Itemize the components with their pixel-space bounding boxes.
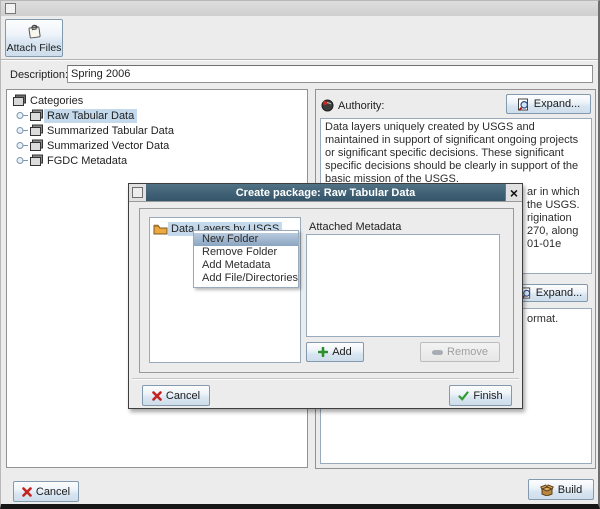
add-label: Add (332, 346, 352, 358)
package-box-icon (540, 484, 554, 496)
close-icon: × (510, 187, 518, 199)
dialog-close-button[interactable]: × (505, 184, 522, 201)
red-x-icon (22, 487, 32, 497)
attach-files-button[interactable]: Attach Files (5, 19, 63, 57)
category-stack-icon (29, 124, 44, 137)
tree-expand-handle-icon[interactable] (16, 126, 29, 135)
cancel-label: Cancel (36, 486, 70, 498)
authority-globe-icon (321, 99, 334, 112)
window-icon (5, 3, 16, 14)
dialog-finish-label: Finish (473, 390, 502, 402)
dialog-titlebar[interactable]: Create package: Raw Tabular Data × (129, 184, 522, 202)
add-button[interactable]: Add (306, 342, 364, 362)
authority-text-fragment: the USGS. (527, 199, 580, 212)
build-label: Build (558, 484, 582, 496)
attached-metadata-list[interactable] (306, 234, 500, 337)
context-menu: New Folder Remove Folder Add Metadata Ad… (193, 230, 299, 288)
attached-metadata-label: Attached Metadata (309, 221, 401, 233)
tree-node-categories-root[interactable]: Categories (12, 93, 86, 108)
clipboard-icon (26, 24, 43, 39)
tree-node-label: Summarized Tabular Data (44, 124, 177, 138)
attach-files-label: Attach Files (7, 42, 62, 54)
tree-expand-handle-icon[interactable] (16, 156, 29, 165)
tree-node-label: FGDC Metadata (44, 154, 130, 168)
green-plus-icon (318, 347, 328, 357)
tree-expand-handle-icon[interactable] (16, 141, 29, 150)
dialog-finish-button[interactable]: Finish (449, 385, 512, 406)
tree-node-raw-tabular[interactable]: Raw Tabular Data (16, 108, 137, 123)
authority-text-fragment: rigination (527, 212, 572, 225)
folder-icon (153, 223, 168, 235)
menu-item-new-folder[interactable]: New Folder (194, 233, 298, 246)
authority-text-fragment: 270, along (527, 225, 578, 238)
authority-text: Data layers uniquely created by USGS and… (325, 121, 578, 185)
category-stack-icon (29, 154, 44, 167)
magnifier-doc-icon (517, 98, 530, 111)
cancel-button[interactable]: Cancel (13, 481, 79, 502)
window-titlebar (1, 1, 598, 16)
dialog-window-icon (129, 184, 146, 201)
category-stack-icon (12, 94, 27, 107)
dialog-cancel-button[interactable]: Cancel (142, 385, 210, 406)
authority-text-fragment: ar in which (527, 186, 580, 199)
description-input[interactable] (67, 65, 593, 83)
format-expand-label: Expand... (536, 287, 582, 299)
main-window: Attach Files Description: Categories (0, 0, 600, 509)
build-button[interactable]: Build (528, 479, 594, 500)
tree-node-summarized-tabular[interactable]: Summarized Tabular Data (16, 123, 177, 138)
toolbar (1, 16, 598, 60)
dialog-title: Create package: Raw Tabular Data (236, 187, 416, 199)
authority-label: Authority: (338, 100, 384, 112)
format-expand-button[interactable]: Expand... (514, 284, 588, 302)
menu-item-add-metadata[interactable]: Add Metadata (194, 259, 298, 272)
category-stack-icon (29, 139, 44, 152)
dialog-cancel-label: Cancel (166, 390, 200, 402)
authority-expand-label: Expand... (534, 98, 580, 110)
tree-node-label: Categories (27, 94, 86, 108)
dialog-separator (132, 378, 519, 380)
tree-expand-handle-icon[interactable] (16, 111, 29, 120)
tree-node-label: Summarized Vector Data (44, 139, 172, 153)
tree-node-summarized-vector[interactable]: Summarized Vector Data (16, 138, 172, 153)
create-package-dialog: Create package: Raw Tabular Data × Data … (128, 183, 523, 409)
tree-node-fgdc-metadata[interactable]: FGDC Metadata (16, 153, 130, 168)
tree-node-label: Raw Tabular Data (44, 109, 137, 123)
category-stack-icon (29, 109, 44, 122)
remove-button[interactable]: Remove (420, 342, 500, 362)
menu-item-add-file-directories[interactable]: Add File/Directories (194, 272, 298, 285)
gray-minus-icon (432, 350, 443, 355)
remove-label: Remove (447, 346, 488, 358)
authority-text-fragment: 01-01e (527, 238, 561, 251)
description-label: Description: (10, 69, 68, 81)
green-check-icon (458, 391, 469, 401)
authority-expand-button[interactable]: Expand... (506, 94, 591, 114)
format-text-fragment: ormat. (527, 313, 558, 326)
menu-item-remove-folder[interactable]: Remove Folder (194, 246, 298, 259)
red-x-icon (152, 391, 162, 401)
